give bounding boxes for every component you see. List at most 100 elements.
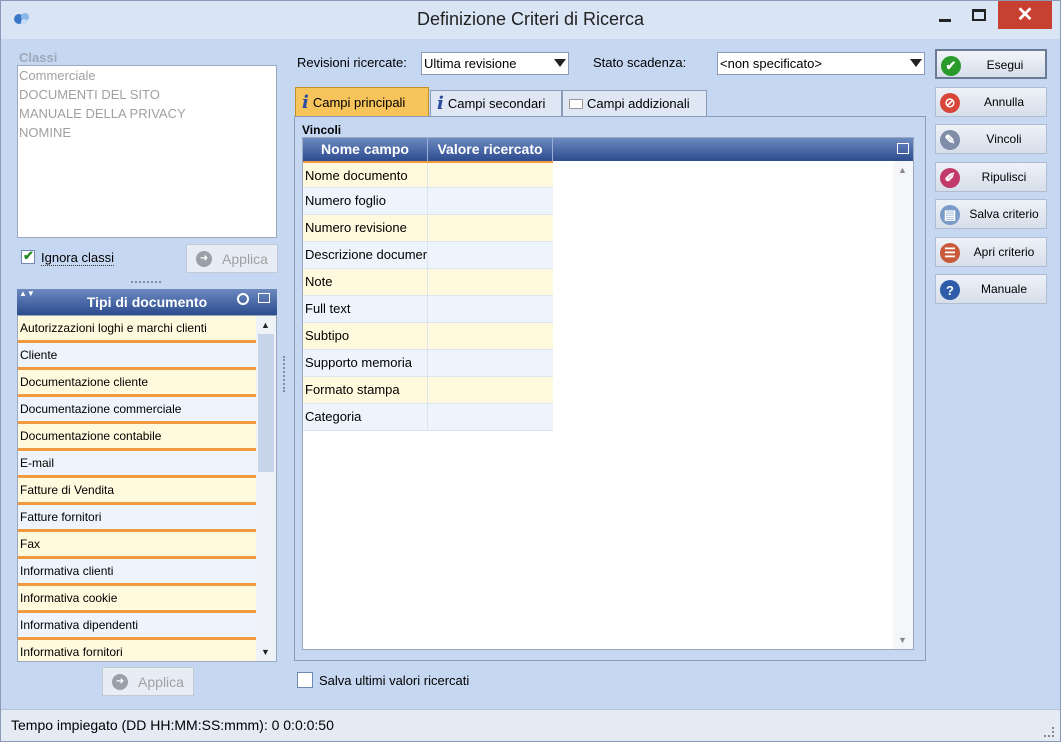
value-cell[interactable] [428,215,553,241]
value-cell[interactable] [428,350,553,376]
table-row[interactable]: Subtipo [303,323,553,350]
tipi-list[interactable]: Autorizzazioni loghi e marchi clienti Cl… [17,315,277,662]
ignora-classi-checkbox[interactable]: ✔ [21,248,35,264]
table-row[interactable]: Formato stampa [303,377,553,404]
salva-criterio-button[interactable]: ▤ Salva criterio [935,199,1047,229]
horizontal-splitter[interactable] [131,281,161,283]
column-header-nome[interactable]: Nome campo [303,138,428,161]
salva-ultimi-label[interactable]: Salva ultimi valori ricercati [319,673,469,688]
vincoli-button-label: Vincoli [986,132,1022,146]
title-bar: Definizione Criteri di Ricerca ✕ [1,1,1060,39]
esegui-button[interactable]: ✔ Esegui [935,49,1047,79]
list-item[interactable]: E-mail [18,451,256,478]
list-item[interactable]: Documentazione cliente [18,370,256,397]
vincoli-panel: Vincoli Nome campo Valore ricercato Nome… [294,116,926,661]
minimize-button[interactable] [930,1,960,29]
vincoli-label: Vincoli [302,123,342,137]
list-item[interactable]: Informativa dipendenti [18,613,256,640]
list-item[interactable]: Fatture di Vendita [18,478,256,505]
eraser-icon: ✐ [940,168,960,188]
column-menu-icon[interactable] [897,143,909,154]
vincoli-button[interactable]: ✎ Vincoli [935,124,1047,154]
classi-item[interactable]: DOCUMENTI DEL SITO [18,85,276,104]
close-button[interactable]: ✕ [998,1,1052,29]
list-item[interactable]: Fax [18,532,256,559]
list-item[interactable]: Documentazione contabile [18,424,256,451]
field-name-cell: Supporto memoria [303,350,428,376]
field-name-cell: Nome documento [303,163,428,187]
sort-grip-icon[interactable]: ▲▼ [19,289,35,298]
checkmark-icon: ✔ [23,248,34,263]
ripulisci-label: Ripulisci [981,170,1027,184]
column-header-valore[interactable]: Valore ricercato [428,138,553,161]
ignora-classi-label[interactable]: Ignora classi [41,250,114,266]
tipi-header-title: Tipi di documento [86,294,208,310]
value-cell[interactable] [428,404,553,430]
value-cell[interactable] [428,188,553,214]
classi-item[interactable]: NOMINE [18,123,276,142]
revisioni-select[interactable]: Ultima revisione [421,52,569,75]
list-item[interactable]: Informativa clienti [18,559,256,586]
search-icon[interactable] [237,293,249,305]
maximize-button[interactable] [964,1,994,29]
classi-item[interactable]: Commerciale [18,66,276,85]
value-cell[interactable] [428,269,553,295]
salva-ultimi-checkbox[interactable] [297,672,313,688]
tipi-scrollbar[interactable]: ▲ ▼ [256,316,276,661]
field-name-cell: Subtipo [303,323,428,349]
manuale-label: Manuale [980,282,1028,296]
table-row[interactable]: Note [303,269,553,296]
scroll-up-icon[interactable]: ▲ [261,320,270,330]
tab-label: Campi principali [312,94,406,110]
scroll-up-icon[interactable]: ▲ [898,165,907,175]
apply-tipi-button[interactable]: ➜ Applica [102,667,194,696]
list-item[interactable]: Informativa fornitori [18,640,256,661]
classi-list[interactable]: Commerciale DOCUMENTI DEL SITO MANUALE D… [17,65,277,238]
table-row[interactable]: Categoria [303,404,553,431]
ripulisci-button[interactable]: ✐ Ripulisci [935,162,1047,192]
resize-grip-icon[interactable] [1044,727,1054,737]
tab-campi-secondari[interactable]: i Campi secondari [430,90,562,116]
table-row[interactable]: Numero foglio [303,188,553,215]
info-icon: i [302,91,309,113]
value-cell[interactable] [428,377,553,403]
value-cell[interactable] [428,163,553,187]
vertical-splitter[interactable] [283,356,285,392]
table-row[interactable]: Full text [303,296,553,323]
list-item[interactable]: Fatture fornitori [18,505,256,532]
annulla-button[interactable]: ⊘ Annulla [935,87,1047,117]
cancel-icon: ⊘ [940,93,960,113]
esegui-label: Esegui [986,58,1024,72]
value-cell[interactable] [428,323,553,349]
tab-campi-addizionali[interactable]: Campi addizionali [562,90,707,116]
table-row[interactable]: Numero revisione [303,215,553,242]
close-icon: ✕ [1016,4,1034,26]
list-item[interactable]: Documentazione commerciale [18,397,256,424]
table-row[interactable]: Nome documento [303,161,553,188]
column-menu-icon[interactable] [258,293,270,303]
list-item[interactable]: Autorizzazioni loghi e marchi clienti [18,316,256,343]
value-cell[interactable] [428,242,553,268]
tipi-header: ▲▼ Tipi di documento [17,289,277,315]
list-item[interactable]: Informativa cookie [18,586,256,613]
check-icon: ✔ [941,56,961,76]
apri-criterio-button[interactable]: ☰ Apri criterio [935,237,1047,267]
tab-campi-principali[interactable]: i Campi principali [295,87,429,116]
table-row[interactable]: Descrizione documento [303,242,553,269]
scroll-down-icon[interactable]: ▼ [261,647,270,657]
vincoli-grid[interactable]: Nome campo Valore ricercato Nome documen… [302,137,914,650]
scroll-down-icon[interactable]: ▼ [898,635,907,645]
manuale-button[interactable]: ? Manuale [935,274,1047,304]
scroll-thumb[interactable] [258,334,274,472]
revisioni-label: Revisioni ricercate: [297,55,407,70]
tag-icon [569,98,583,109]
apply-classi-button[interactable]: ➜ Applica [186,244,278,273]
list-item[interactable]: Cliente [18,343,256,370]
grid-scrollbar[interactable]: ▲ ▼ [893,161,913,649]
stato-select[interactable]: <non specificato> [717,52,925,75]
value-cell[interactable] [428,296,553,322]
chevron-down-icon [554,59,566,67]
classi-item[interactable]: MANUALE DELLA PRIVACY [18,104,276,123]
field-name-cell: Descrizione documento [303,242,428,268]
table-row[interactable]: Supporto memoria [303,350,553,377]
